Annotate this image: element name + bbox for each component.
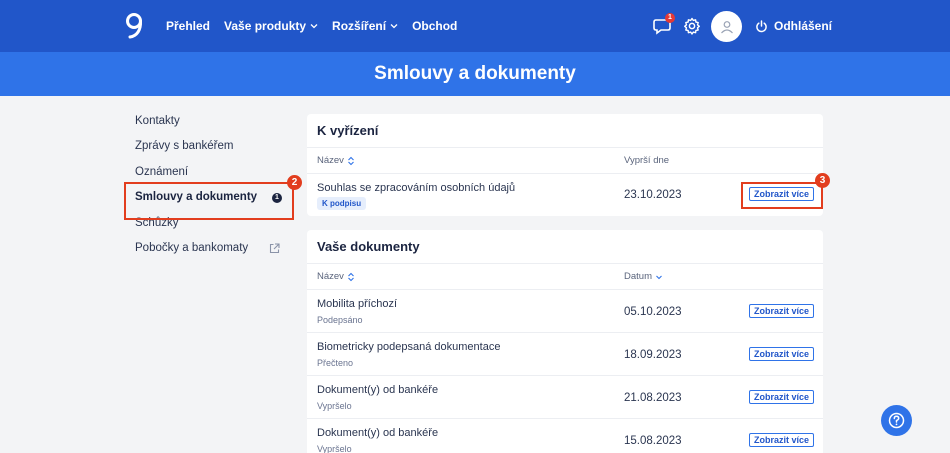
show-more-button[interactable]: Zobrazit více — [748, 347, 814, 361]
page-header: Smlouvy a dokumenty — [0, 52, 950, 96]
document-name: Dokument(y) od bankéře — [317, 427, 439, 439]
sidebar-highlight-frame — [124, 182, 294, 220]
documents-title: Vaše dokumenty — [307, 230, 823, 264]
help-icon — [888, 412, 905, 429]
sidebar-item-label: Kontakty — [135, 114, 180, 127]
column-header-label: Datum — [624, 271, 652, 282]
document-name: Souhlas se zpracováním osobních údajů — [317, 182, 516, 194]
documents-card: Vaše dokumenty Název Datum Mobilita příc… — [307, 230, 823, 453]
nav-label: Přehled — [166, 19, 211, 33]
nav-rozsireni[interactable]: Rozšíření — [332, 19, 398, 33]
document-date: 15.08.2023 — [624, 435, 682, 447]
column-header-date[interactable]: Datum — [624, 271, 663, 282]
status-badge: K podpisu — [317, 197, 367, 210]
gear-icon[interactable] — [683, 17, 701, 35]
column-header-label: Název — [317, 155, 344, 166]
document-date: 23.10.2023 — [624, 189, 682, 201]
avatar[interactable] — [711, 11, 742, 42]
button-highlight-frame — [741, 182, 823, 209]
user-icon — [720, 20, 733, 33]
nav-obchod[interactable]: Obchod — [412, 19, 457, 33]
sidebar-item-label: Oznámení — [135, 165, 189, 178]
table-row[interactable]: Biometricky podepsaná dokumentace Přečte… — [307, 333, 823, 376]
power-icon — [756, 19, 767, 32]
sidebar-item-oznameni[interactable]: Oznámení — [124, 159, 296, 185]
top-navigation-bar: Přehled Vaše produkty Rozšíření Obchod 1 — [0, 0, 950, 52]
document-status: Vypršelo — [317, 444, 352, 453]
column-header-label: Název — [317, 271, 344, 282]
document-date: 18.09.2023 — [624, 349, 682, 361]
logout-label: Odhlášení — [774, 19, 833, 33]
nav-label: Rozšíření — [332, 19, 387, 33]
document-status: Podepsáno — [317, 315, 363, 325]
sidebar-item-pobocky[interactable]: Pobočky a bankomaty — [124, 236, 296, 262]
chevron-down-icon — [390, 24, 398, 29]
table-row[interactable]: Dokument(y) od bankéře Vypršelo 21.08.20… — [307, 376, 823, 419]
document-date: 05.10.2023 — [624, 306, 682, 318]
nav-label: Vaše produkty — [224, 19, 307, 33]
sort-icon — [348, 156, 354, 165]
sidebar-item-kontakty[interactable]: Kontakty — [124, 108, 296, 134]
document-name: Biometricky podepsaná dokumentace — [317, 341, 501, 353]
chevron-down-icon — [310, 24, 318, 29]
document-name: Mobilita příchozí — [317, 298, 398, 310]
page-title: Smlouvy a dokumenty — [374, 63, 576, 84]
help-button[interactable] — [881, 405, 912, 436]
nav-vase-produkty[interactable]: Vaše produkty — [224, 19, 318, 33]
pending-table-header: Název Vyprší dne — [307, 148, 823, 174]
column-header-name[interactable]: Název — [317, 271, 355, 282]
logo-icon[interactable] — [124, 12, 146, 40]
chevron-down-icon — [656, 275, 662, 279]
messages-badge: 1 — [665, 13, 675, 23]
step-marker-button: 3 — [815, 173, 830, 188]
column-header-expiry: Vyprší dne — [624, 155, 669, 166]
sidebar-item-label: Zprávy s bankéřem — [135, 140, 234, 153]
document-date: 21.08.2023 — [624, 392, 682, 404]
pending-title: K vyřízení — [307, 114, 823, 148]
document-status: Přečteno — [317, 358, 354, 368]
table-row[interactable]: Dokument(y) od bankéře Vypršelo 15.08.20… — [307, 419, 823, 453]
sort-icon — [348, 272, 354, 281]
sidebar-item-zpravy[interactable]: Zprávy s bankéřem — [124, 134, 296, 160]
show-more-button[interactable]: Zobrazit více — [748, 304, 814, 318]
document-name: Dokument(y) od bankéře — [317, 384, 439, 396]
step-marker-sidebar: 2 — [287, 175, 302, 190]
main-nav: Přehled Vaše produkty Rozšíření Obchod — [166, 0, 457, 52]
nav-label: Obchod — [412, 19, 458, 33]
column-header-name[interactable]: Název — [317, 155, 355, 166]
sidebar-item-label: Pobočky a bankomaty — [135, 242, 249, 255]
show-more-button[interactable]: Zobrazit více — [748, 390, 814, 404]
documents-table-header: Název Datum — [307, 264, 823, 290]
external-link-icon — [269, 242, 280, 253]
table-row[interactable]: Mobilita příchozí Podepsáno 05.10.2023 Z… — [307, 290, 823, 333]
logout-button[interactable]: Odhlášení — [755, 0, 832, 52]
nav-prehled[interactable]: Přehled — [166, 19, 210, 33]
column-header-label: Vyprší dne — [624, 155, 670, 166]
show-more-button[interactable]: Zobrazit více — [748, 433, 814, 447]
document-status: Vypršelo — [317, 401, 352, 411]
